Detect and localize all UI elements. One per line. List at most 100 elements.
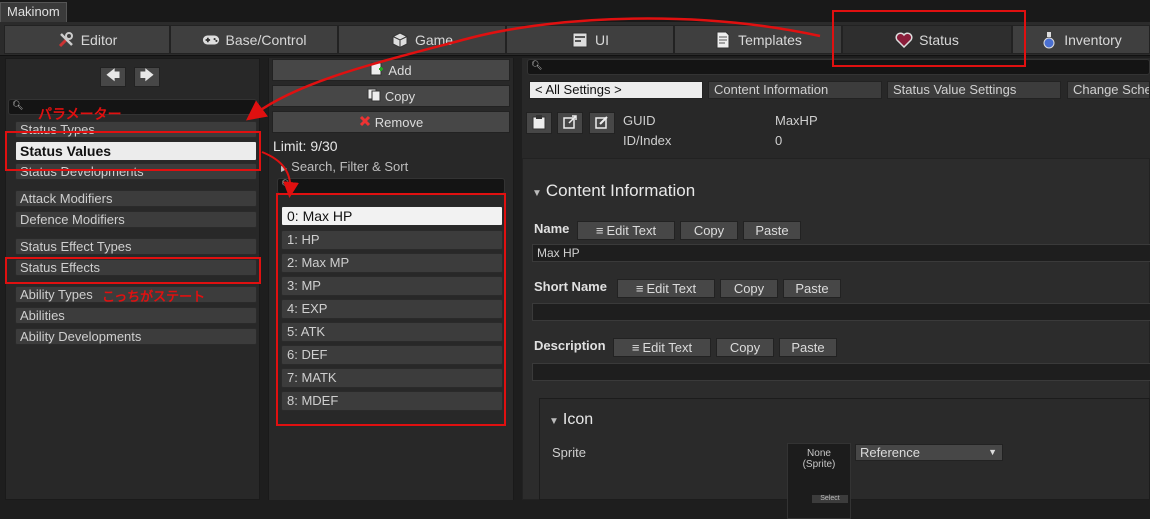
short-name-label: Short Name <box>534 279 607 294</box>
edit-text-label: Edit Text <box>606 223 657 238</box>
icon-section: ▼ Icon Sprite None (Sprite) Select Refere… <box>539 398 1150 519</box>
tab-content-information[interactable]: Content Information <box>708 81 882 99</box>
tab-editor[interactable]: Editor <box>4 25 170 54</box>
description-field[interactable] <box>532 363 1150 381</box>
copy-label: Copy <box>384 88 416 104</box>
sidebar-item-status-effect-types[interactable]: Status Effect Types <box>15 238 257 255</box>
short-name-edit-text-button[interactable]: ≡ Edit Text <box>617 279 715 298</box>
annotation-box-status-effects <box>5 257 261 284</box>
back-button[interactable]: 🡄 <box>100 67 126 87</box>
tab-all-settings[interactable]: < All Settings > <box>529 81 703 99</box>
text-lines-icon: ≡ <box>595 223 604 238</box>
annotation-box-value-list <box>276 193 506 426</box>
short-name-copy-button[interactable]: Copy <box>720 279 778 298</box>
edit-text-label: Edit Text <box>642 340 693 355</box>
short-name-paste-button[interactable]: Paste <box>783 279 841 298</box>
name-copy-button[interactable]: Copy <box>680 221 738 240</box>
window-title: Makinom <box>0 2 67 22</box>
tools-icon <box>57 31 75 49</box>
description-edit-text-button[interactable]: ≡ Edit Text <box>613 338 711 357</box>
index-value: 0 <box>775 133 783 148</box>
annotation-parameter: パラメーター <box>38 106 122 122</box>
search-filter-sort-toggle[interactable]: ▶ Search, Filter & Sort <box>281 159 408 174</box>
caret-down-icon: ▼ <box>988 447 997 457</box>
sidebar-item-attack-modifiers[interactable]: Attack Modifiers <box>15 190 257 207</box>
edit-text-label: Edit Text <box>646 281 697 296</box>
text-lines-icon: ≡ <box>631 340 640 355</box>
name-field[interactable]: Max HP <box>532 244 1150 262</box>
dropdown-value: Reference <box>860 445 920 460</box>
short-name-field[interactable] <box>532 303 1150 321</box>
annotation-status-effect: こっちがステート <box>102 289 206 304</box>
annotation-box-status-values <box>5 131 261 171</box>
external-link-icon <box>563 114 577 132</box>
tab-base-control[interactable]: Base/Control <box>170 25 338 54</box>
sidebar-item-ability-developments[interactable]: Ability Developments <box>15 328 257 345</box>
remove-label: Remove <box>374 114 424 130</box>
index-label: ID/Index <box>623 133 672 148</box>
description-label: Description <box>534 338 606 353</box>
tab-game[interactable]: Game <box>338 25 506 54</box>
forward-button[interactable]: 🡆 <box>134 67 160 87</box>
guid-label: GUID <box>623 113 656 128</box>
content-information-header[interactable]: ▼ Content Information <box>532 181 695 201</box>
tab-ui[interactable]: UI <box>506 25 674 54</box>
name-label: Name <box>534 221 570 236</box>
copy-button[interactable]: Copy <box>272 85 510 107</box>
sprite-slot[interactable]: None (Sprite) <box>787 443 851 519</box>
tab-label: Inventory <box>1064 31 1122 48</box>
description-paste-button[interactable]: Paste <box>779 338 837 357</box>
icon-section-title: Icon <box>562 411 594 428</box>
annotation-box-status-tab <box>832 10 1026 67</box>
section-title: Content Information <box>545 181 696 200</box>
sprite-select-button[interactable]: Select <box>812 495 848 503</box>
edit-icon <box>595 115 609 132</box>
tab-label: Game <box>414 31 454 48</box>
text-lines-icon: ≡ <box>635 281 644 296</box>
tab-label: Templates <box>738 31 802 48</box>
clipboard-button[interactable] <box>526 112 552 134</box>
remove-icon <box>359 115 371 130</box>
potion-icon <box>1040 31 1058 49</box>
clipboard-icon <box>532 114 546 133</box>
tab-status-value-settings[interactable]: Status Value Settings <box>887 81 1061 99</box>
cube-icon <box>391 31 409 49</box>
tab-label: Editor <box>80 31 118 48</box>
copy-icon <box>367 88 381 105</box>
search-filter-sort-label: Search, Filter & Sort <box>291 159 409 174</box>
guid-value: MaxHP <box>775 113 818 128</box>
sprite-none-text: None <box>807 448 831 459</box>
arrow-left-icon: 🡄 <box>105 67 121 83</box>
ui-icon <box>571 31 589 49</box>
search-icon: 🔍︎ <box>12 100 24 110</box>
limit-counter: Limit: 9/30 <box>273 138 338 154</box>
gamepad-icon <box>202 31 220 49</box>
sprite-label: Sprite <box>552 445 586 460</box>
add-button[interactable]: Add <box>272 59 510 81</box>
tab-change-schema[interactable]: Change Sche <box>1067 81 1150 99</box>
sprite-type-text: (Sprite) <box>802 459 836 470</box>
remove-button[interactable]: Remove <box>272 111 510 133</box>
sidebar-item-abilities[interactable]: Abilities <box>15 307 257 324</box>
open-external-button[interactable] <box>557 112 583 134</box>
name-edit-text-button[interactable]: ≡ Edit Text <box>577 221 675 240</box>
sidebar-item-defence-modifiers[interactable]: Defence Modifiers <box>15 211 257 228</box>
icon-header[interactable]: ▼ Icon <box>549 411 593 429</box>
name-paste-button[interactable]: Paste <box>743 221 801 240</box>
tab-inventory[interactable]: Inventory <box>1012 25 1150 54</box>
add-label: Add <box>388 62 412 78</box>
description-copy-button[interactable]: Copy <box>716 338 774 357</box>
sprite-mode-dropdown[interactable]: Reference ▼ <box>855 444 1003 461</box>
tab-templates[interactable]: Templates <box>674 25 842 54</box>
triangle-right-icon: ▶ <box>281 164 288 173</box>
tab-label: Base/Control <box>225 31 307 48</box>
triangle-down-icon: ▼ <box>532 188 542 199</box>
arrow-right-icon: 🡆 <box>139 67 155 83</box>
document-icon <box>714 31 732 49</box>
settings-panel: 🔍︎ < All Settings > Content Information … <box>522 58 1150 519</box>
tab-label: UI <box>595 31 609 48</box>
data-search-input[interactable]: 🔍︎ <box>277 178 505 194</box>
triangle-down-icon: ▼ <box>549 416 559 427</box>
search-icon: 🔍︎ <box>281 179 293 189</box>
edit-button[interactable] <box>589 112 615 134</box>
